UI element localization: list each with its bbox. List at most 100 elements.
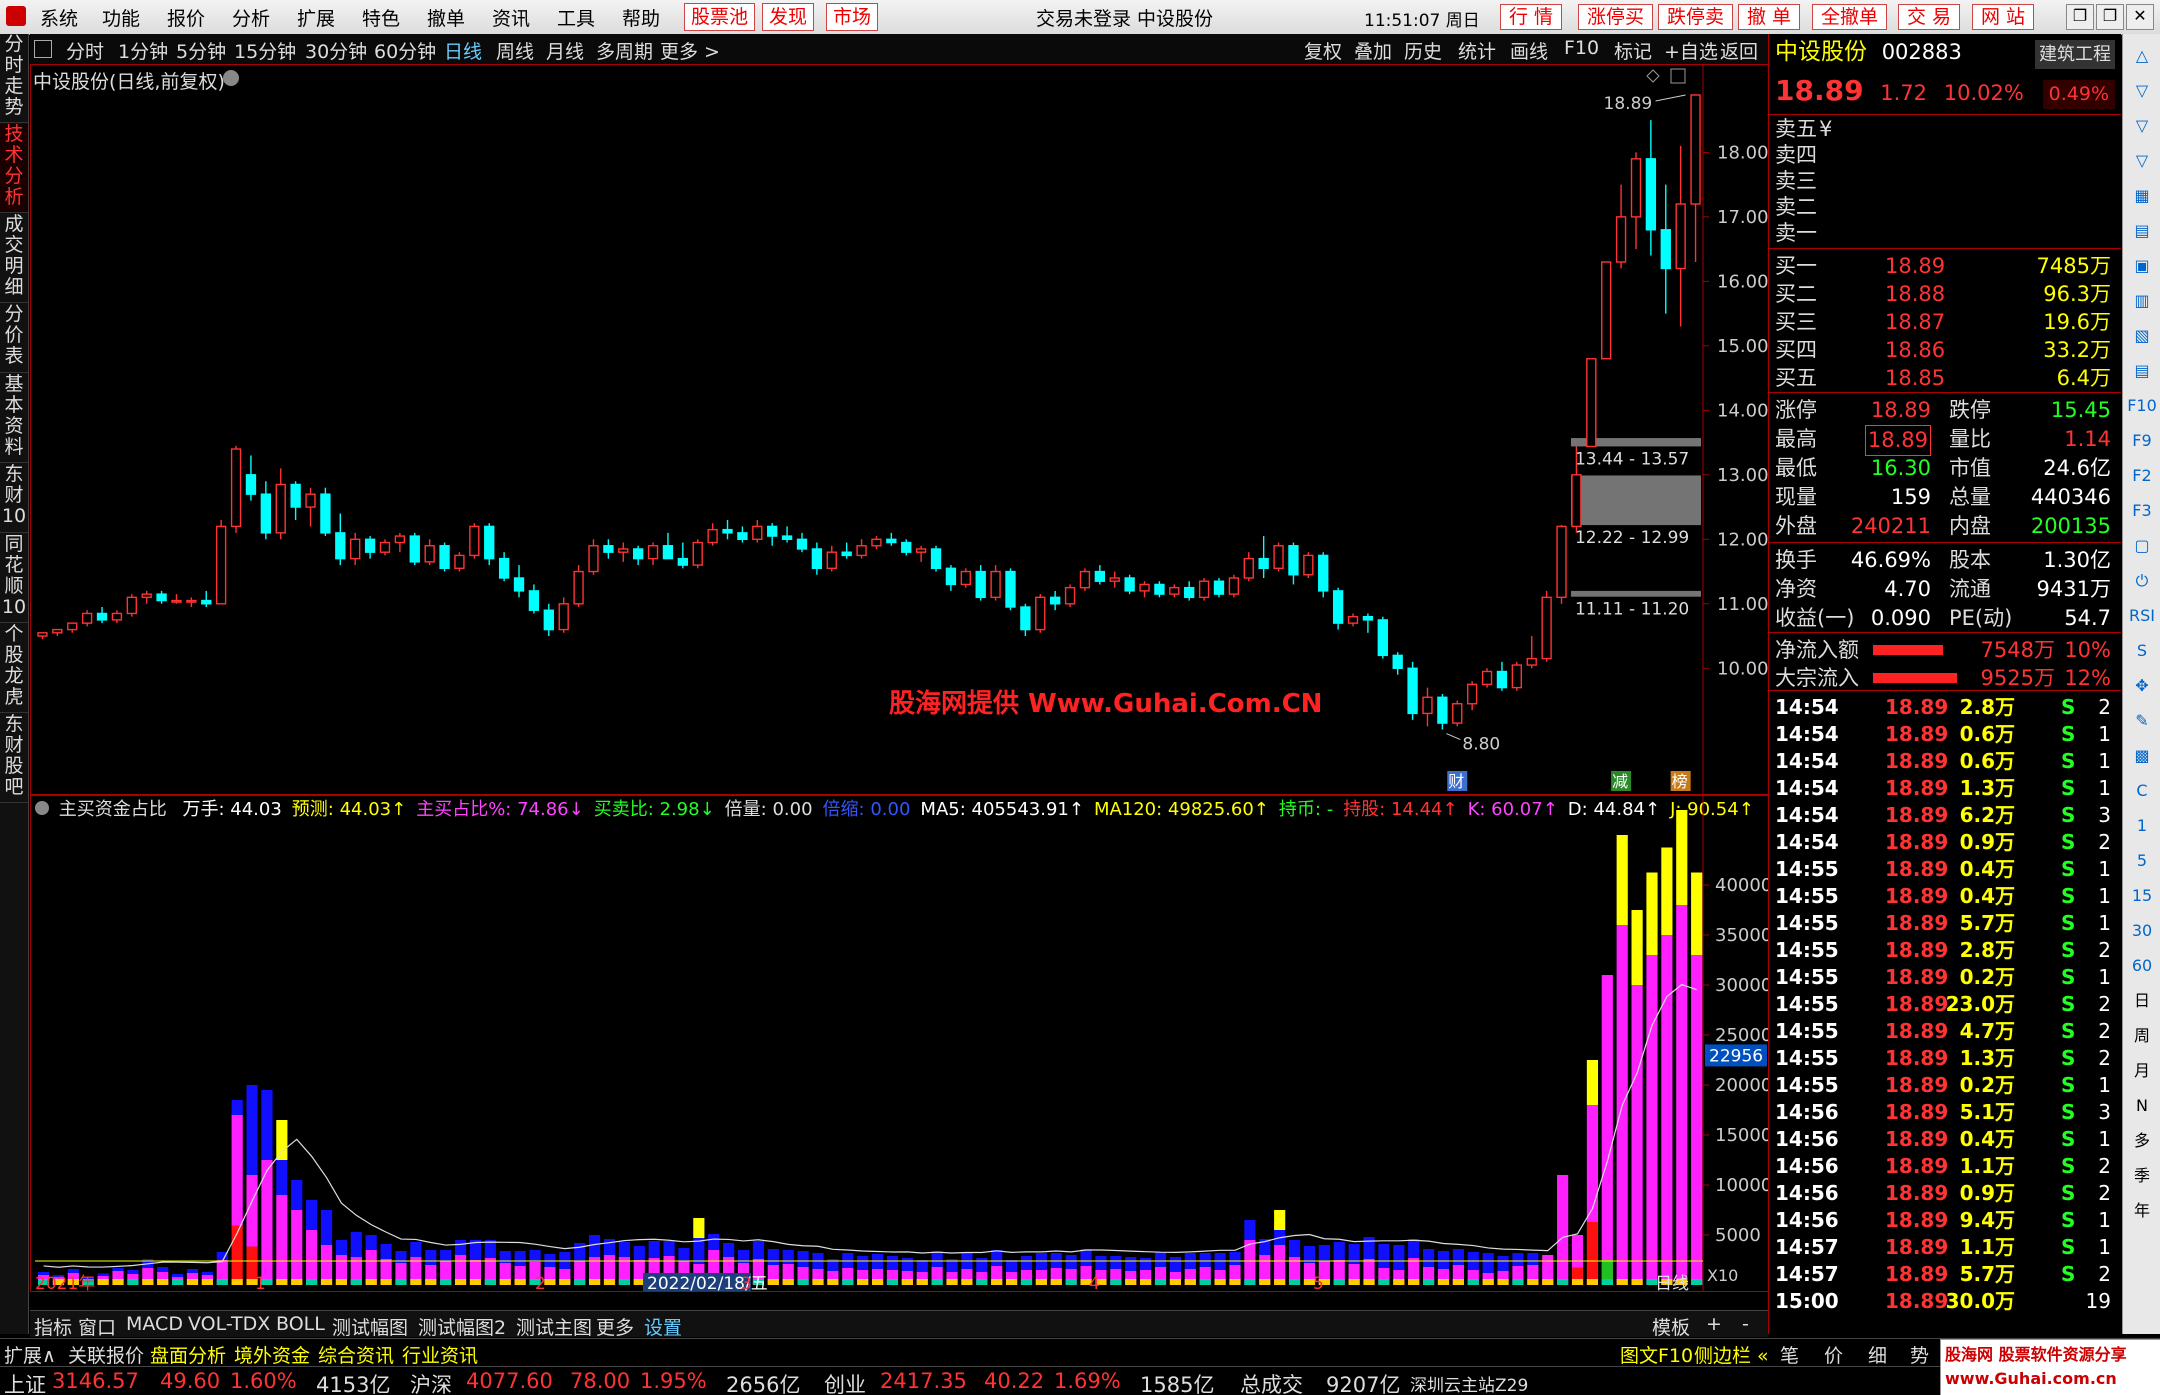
- tool-stats[interactable]: 统计: [1458, 37, 1496, 64]
- zoom-out-button[interactable]: -: [1742, 1313, 1749, 1335]
- tab-indicator[interactable]: 指标: [34, 1313, 72, 1340]
- tab-details[interactable]: 细: [1868, 1341, 1887, 1368]
- market-analysis-tab[interactable]: 盘面分析: [150, 1341, 226, 1368]
- period-weekly[interactable]: 周线: [496, 37, 534, 64]
- toggle-icon[interactable]: [34, 40, 52, 58]
- index-name[interactable]: 创业: [824, 1369, 866, 1395]
- tick-row[interactable]: 14:54 18.89 1.3万 S 1: [1775, 775, 2115, 802]
- tick-row[interactable]: 14:57 18.89 5.7万 S 2: [1775, 1261, 2115, 1288]
- tab-trades[interactable]: 笔: [1780, 1341, 1799, 1368]
- month-icon[interactable]: 月: [2127, 1057, 2157, 1085]
- tick-row[interactable]: 14:55 18.89 5.7万 S 1: [1775, 910, 2115, 937]
- website-button[interactable]: 网 站: [1972, 4, 2035, 30]
- pen-icon[interactable]: ✎: [2127, 707, 2157, 735]
- n-icon[interactable]: N: [2127, 1092, 2157, 1120]
- f10-button[interactable]: 图文F10: [1620, 1341, 1693, 1368]
- fifteen-icon[interactable]: 15: [2127, 882, 2157, 910]
- trade-button[interactable]: 交 易: [1898, 4, 1961, 30]
- candle-icon[interactable]: ▧: [2127, 322, 2157, 350]
- tick-row[interactable]: 14:54 18.89 6.2万 S 3: [1775, 802, 2115, 829]
- season-icon[interactable]: 季: [2127, 1162, 2157, 1190]
- bid-row[interactable]: 买四 18.86 33.2万: [1775, 336, 2115, 364]
- period-5min[interactable]: 5分钟: [176, 37, 226, 64]
- tab-test-sub2[interactable]: 测试幅图2: [418, 1313, 506, 1340]
- f9-icon[interactable]: F9: [2127, 427, 2157, 455]
- tab-fundamentals[interactable]: 基本资料: [0, 374, 28, 463]
- tool-history[interactable]: 历史: [1404, 37, 1442, 64]
- tool-f10[interactable]: F10: [1564, 37, 1599, 59]
- tab-price-table[interactable]: 分价表: [0, 304, 28, 373]
- tool-overlay[interactable]: 叠加: [1354, 37, 1392, 64]
- menu-function[interactable]: 功能: [102, 4, 140, 31]
- tab-prices[interactable]: 价: [1824, 1341, 1843, 1368]
- tick-row[interactable]: 14:55 18.89 1.3万 S 2: [1775, 1045, 2115, 1072]
- tick-row[interactable]: 14:54 18.89 0.6万 S 1: [1775, 721, 2115, 748]
- f3-icon[interactable]: F3: [2127, 497, 2157, 525]
- week-icon[interactable]: 周: [2127, 1022, 2157, 1050]
- bid-row[interactable]: 买二 18.88 96.3万: [1775, 280, 2115, 308]
- tab-macd[interactable]: MACD: [126, 1313, 183, 1335]
- menu-news[interactable]: 资讯: [492, 4, 530, 31]
- index-name[interactable]: 上证: [4, 1369, 46, 1395]
- menu-discover[interactable]: 发现: [762, 3, 815, 31]
- menu-market[interactable]: 市场: [826, 3, 879, 31]
- list-icon[interactable]: ▤: [2127, 217, 2157, 245]
- expand-button[interactable]: 扩展∧: [4, 1341, 56, 1368]
- restore-icon[interactable]: ❐: [2066, 4, 2094, 30]
- tab-more[interactable]: 更多: [596, 1313, 634, 1340]
- menu-quote[interactable]: 报价: [167, 4, 205, 31]
- tick-row[interactable]: 14:55 18.89 0.4万 S 1: [1775, 883, 2115, 910]
- arrow-up-icon[interactable]: ▽: [2127, 77, 2157, 105]
- f10-icon[interactable]: F10: [2127, 392, 2157, 420]
- f2-icon[interactable]: F2: [2127, 462, 2157, 490]
- period-1min[interactable]: 1分钟: [118, 37, 168, 64]
- tick-row[interactable]: 14:57 18.89 1.1万 S 1: [1775, 1234, 2115, 1261]
- sector-badge[interactable]: 建筑工程: [2035, 40, 2115, 69]
- tab-vol-tdx[interactable]: VOL-TDX: [188, 1313, 270, 1335]
- power-icon[interactable]: ⏻: [2127, 567, 2157, 595]
- limit-up-buy-button[interactable]: 涨停买: [1578, 4, 1654, 30]
- menu-icon[interactable]: ▤: [2127, 357, 2157, 385]
- tick-row[interactable]: 14:54 18.89 2.8万 S 2: [1775, 694, 2115, 721]
- related-quotes-tab[interactable]: 关联报价: [68, 1341, 144, 1368]
- tab-test-sub1[interactable]: 测试幅图: [332, 1313, 408, 1340]
- menu-stock-pool[interactable]: 股票池: [684, 3, 756, 31]
- year-icon[interactable]: 年: [2127, 1197, 2157, 1225]
- move-icon[interactable]: ✥: [2127, 672, 2157, 700]
- industry-news-tab[interactable]: 行业资讯: [402, 1341, 478, 1368]
- tick-row[interactable]: 14:55 18.89 4.7万 S 2: [1775, 1018, 2115, 1045]
- menu-tools[interactable]: 工具: [557, 4, 595, 31]
- candlestick-chart[interactable]: 中设股份(日线,前复权) 股海网提供 Www.Guhai.Com.CN 18.0…: [30, 64, 1770, 796]
- tab-trend[interactable]: 势: [1910, 1341, 1929, 1368]
- day-icon[interactable]: 日: [2127, 987, 2157, 1015]
- s-icon[interactable]: S: [2127, 637, 2157, 665]
- ws-icon[interactable]: ▩: [2127, 742, 2157, 770]
- tick-row[interactable]: 14:54 18.89 0.6万 S 1: [1775, 748, 2115, 775]
- tab-technical[interactable]: 技术分析: [0, 124, 28, 213]
- tick-row[interactable]: 14:55 18.89 0.4万 S 1: [1775, 856, 2115, 883]
- tab-template[interactable]: 模板: [1652, 1313, 1690, 1340]
- period-60min[interactable]: 60分钟: [374, 37, 436, 64]
- menu-extend[interactable]: 扩展: [297, 4, 335, 31]
- menu-feature[interactable]: 特色: [362, 4, 400, 31]
- tick-row[interactable]: 14:54 18.89 0.9万 S 2: [1775, 829, 2115, 856]
- tab-dragon-tiger[interactable]: 个股龙虎: [0, 624, 28, 713]
- tab-intraday[interactable]: 分时走势: [0, 34, 28, 123]
- bid-row[interactable]: 买五 18.85 6.4万: [1775, 364, 2115, 392]
- period-daily[interactable]: 日线: [444, 37, 482, 64]
- tick-row[interactable]: 14:56 18.89 5.1万 S 3: [1775, 1099, 2115, 1126]
- close-icon[interactable]: ✕: [2126, 4, 2154, 30]
- bid-row[interactable]: 买一 18.89 7485万: [1775, 252, 2115, 280]
- sidebar-toggle[interactable]: 侧边栏 «: [1694, 1341, 1769, 1368]
- tick-row[interactable]: 14:56 18.89 0.9万 S 2: [1775, 1180, 2115, 1207]
- quotes-button[interactable]: 行 情: [1500, 4, 1563, 30]
- diamond-icon[interactable]: [1646, 69, 1660, 83]
- tab-boll[interactable]: BOLL: [276, 1313, 325, 1335]
- news-tab[interactable]: 综合资讯: [318, 1341, 394, 1368]
- period-monthly[interactable]: 月线: [546, 37, 584, 64]
- menu-analysis[interactable]: 分析: [232, 4, 270, 31]
- cancel-all-button[interactable]: 全撤单: [1812, 4, 1888, 30]
- thirty-icon[interactable]: 30: [2127, 917, 2157, 945]
- cancel-order-button[interactable]: 撤 单: [1738, 4, 1801, 30]
- period-multi[interactable]: 多周期: [596, 37, 653, 64]
